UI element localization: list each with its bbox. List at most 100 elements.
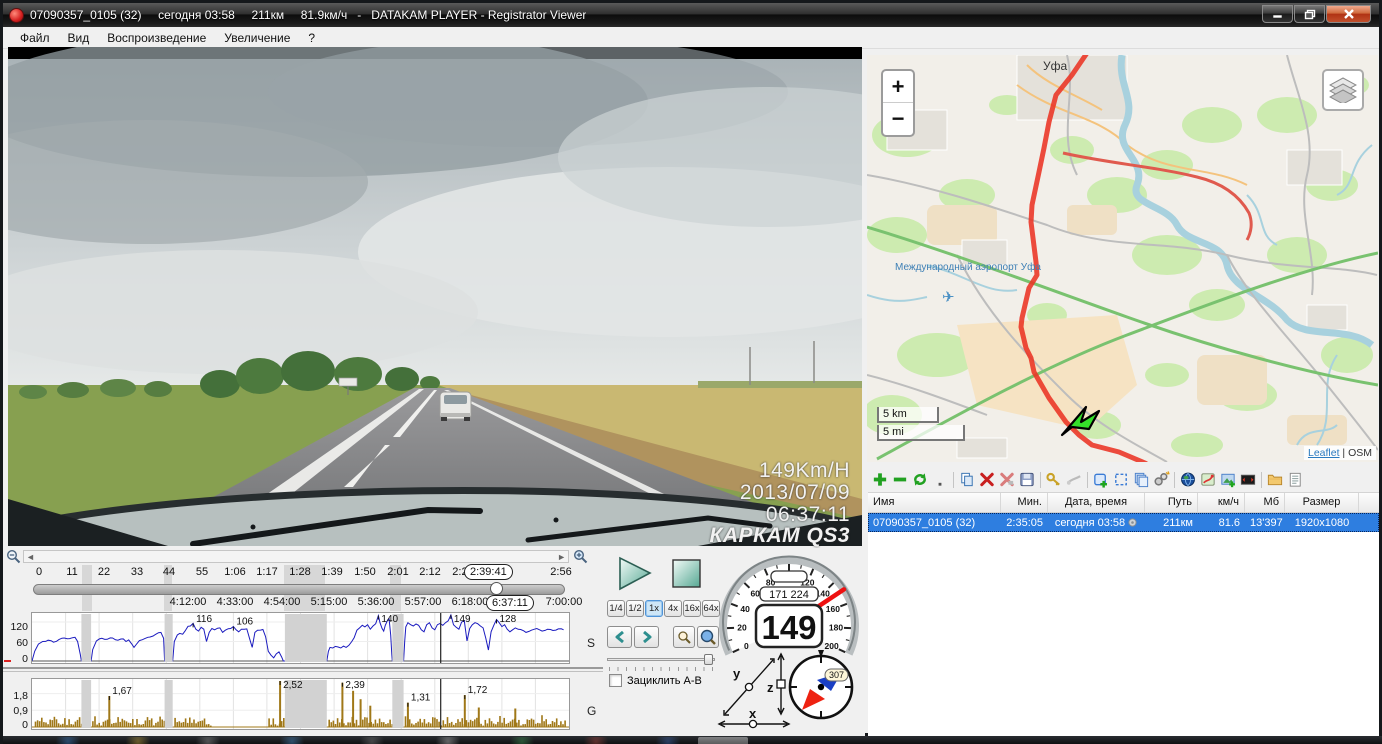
play-button[interactable] <box>617 556 655 592</box>
minute-tick: 0 <box>36 566 42 578</box>
playback-speed-16x[interactable]: 16x <box>683 600 701 617</box>
chevron-right-icon <box>641 631 653 643</box>
toolbar-refresh-button[interactable] <box>910 470 930 490</box>
timeline-slider[interactable] <box>33 584 565 595</box>
column-header-4[interactable]: км/ч <box>1198 493 1245 512</box>
minute-tick: 11 <box>66 566 77 578</box>
toolbar-image-add-button[interactable] <box>1218 470 1238 490</box>
minimize-button[interactable] <box>1262 5 1293 23</box>
toolbar-remove-button[interactable] <box>890 470 910 490</box>
minute-tick: 1:50 <box>354 566 375 578</box>
column-header-2[interactable]: Дата, время <box>1048 493 1145 512</box>
speed-graph[interactable]: 116106140149128 <box>31 612 570 664</box>
clock-tick: 5:36:00 <box>358 596 395 608</box>
leaflet-link[interactable]: Leaflet <box>1308 447 1340 459</box>
map-zoom-in-button[interactable]: + <box>883 71 913 103</box>
table-body: 07090357_0105 (32)2:35:05сегодня 03:58 2… <box>868 513 1379 532</box>
cell-1: 2:35:05 <box>1001 516 1048 530</box>
toolbar-gears-button[interactable] <box>1151 470 1171 490</box>
compass: 307 <box>785 648 857 722</box>
toolbar-separator <box>1261 472 1262 488</box>
close-button[interactable] <box>1326 5 1371 23</box>
timeline-zoom-in-icon[interactable] <box>573 549 588 564</box>
menu-item-zoom[interactable]: Увеличение <box>215 29 299 47</box>
toolbar-delete-button[interactable] <box>977 470 997 490</box>
key-icon <box>1045 470 1063 489</box>
playback-speed-1-4[interactable]: 1/4 <box>607 600 625 617</box>
g-force-graph[interactable]: 1,672,522,391,311,72 <box>31 678 570 730</box>
toolbar-folder-button[interactable] <box>1265 470 1285 490</box>
speed-ytick: 0 <box>3 653 28 665</box>
zoom-out-plot-button[interactable] <box>673 626 695 648</box>
column-header-5[interactable]: Мб <box>1245 493 1285 512</box>
toolbar-video-clip-button[interactable] <box>1238 470 1258 490</box>
window-title: 07090357_0105 (32) сегодня 03:58 211км 8… <box>30 8 586 22</box>
menu-item-file[interactable]: Файл <box>11 29 59 47</box>
toolbar-link-dim-button[interactable] <box>1064 470 1084 490</box>
frame-add-icon <box>1092 470 1110 489</box>
toolbar-separator <box>953 472 954 488</box>
toolbar-key-button[interactable] <box>1044 470 1064 490</box>
map-attribution: Leaflet | OSM <box>1304 446 1376 460</box>
svg-text:140: 140 <box>381 614 398 625</box>
table-row[interactable]: 07090357_0105 (32)2:35:05сегодня 03:58 2… <box>868 513 1379 532</box>
map-layers-button[interactable] <box>1322 69 1364 111</box>
column-header-1[interactable]: Мин. <box>1001 493 1048 512</box>
menu-item-view[interactable]: Вид <box>59 29 99 47</box>
toolbar-report-button[interactable] <box>1285 470 1305 490</box>
loop-ab-checkbox[interactable]: Зациклить A-B <box>609 674 702 687</box>
clock-tick: 5:15:00 <box>311 596 348 608</box>
dashcam-scene <box>8 47 862 546</box>
toolbar-add-button[interactable] <box>870 470 890 490</box>
toolbar-map-route-button[interactable] <box>1198 470 1218 490</box>
scroll-left-arrow[interactable]: ◄ <box>26 552 35 562</box>
taskbar[interactable] <box>3 736 1382 744</box>
restore-button[interactable] <box>1294 5 1325 23</box>
toolbar-selection-button[interactable] <box>1111 470 1131 490</box>
playback-speed-1x[interactable]: 1x <box>645 600 663 617</box>
add-icon <box>871 470 889 489</box>
volume-slider[interactable] <box>607 654 715 664</box>
map-panel[interactable]: ✈ Уфа Международный аэропорт Уфа + − 5 k… <box>867 55 1378 462</box>
svg-text:1,67: 1,67 <box>112 686 132 697</box>
playback-speed-4x[interactable]: 4x <box>664 600 682 617</box>
prev-file-button[interactable] <box>607 626 632 648</box>
timeline-scrollbar[interactable]: ◄ ► <box>23 550 569 563</box>
menu-item-help[interactable]: ? <box>299 29 324 47</box>
toolbar-delete-dim-button[interactable] <box>997 470 1017 490</box>
toolbar-separator <box>1174 472 1175 488</box>
column-header-6[interactable]: Размер <box>1285 493 1359 512</box>
map-zoom-control: + − <box>881 69 915 137</box>
video-panel[interactable]: 149Km/H 2013/07/09 06:37:11 КАРКАМ QS3 <box>8 47 862 546</box>
scroll-right-arrow[interactable]: ► <box>557 552 566 562</box>
column-header-0[interactable]: Имя <box>868 493 1001 512</box>
title-bar[interactable]: 07090357_0105 (32) сегодня 03:58 211км 8… <box>3 3 1379 27</box>
svg-text:116: 116 <box>196 614 212 625</box>
refresh-icon <box>911 470 929 489</box>
timeline-zoom-out-icon[interactable] <box>6 549 21 564</box>
toolbar-globe-button[interactable] <box>1178 470 1198 490</box>
clip-type-icon <box>1128 518 1138 527</box>
stop-button[interactable] <box>671 559 703 589</box>
map-zoom-out-button[interactable]: − <box>883 103 913 135</box>
playback-speed-1-2[interactable]: 1/2 <box>626 600 644 617</box>
menu-item-playback[interactable]: Воспроизведение <box>98 29 215 47</box>
minute-tick: 1:28 <box>289 566 310 578</box>
toolbar-layers-copy-button[interactable] <box>1131 470 1151 490</box>
osd-time: 06:37:11 <box>766 504 850 526</box>
checkbox-box[interactable] <box>609 674 622 687</box>
volume-slider-thumb[interactable] <box>704 654 713 665</box>
file-table: ИмяМин.Дата, времяПутькм/чМбРазмер 07090… <box>868 492 1379 736</box>
svg-text:160: 160 <box>826 604 840 614</box>
clock-tick: 5:57:00 <box>405 596 442 608</box>
toolbar-copy-button[interactable] <box>957 470 977 490</box>
next-file-button[interactable] <box>634 626 659 648</box>
cell-3: 211км <box>1145 516 1198 530</box>
toolbar-more-button[interactable] <box>930 470 950 490</box>
speedometer: 020406080100120140160180200 171 224 149 <box>713 546 865 659</box>
axis-y-label: y <box>733 666 741 681</box>
toolbar-save-button[interactable] <box>1017 470 1037 490</box>
toolbar-frame-add-button[interactable] <box>1091 470 1111 490</box>
timeline-slider-thumb[interactable] <box>490 582 503 595</box>
column-header-3[interactable]: Путь <box>1145 493 1198 512</box>
